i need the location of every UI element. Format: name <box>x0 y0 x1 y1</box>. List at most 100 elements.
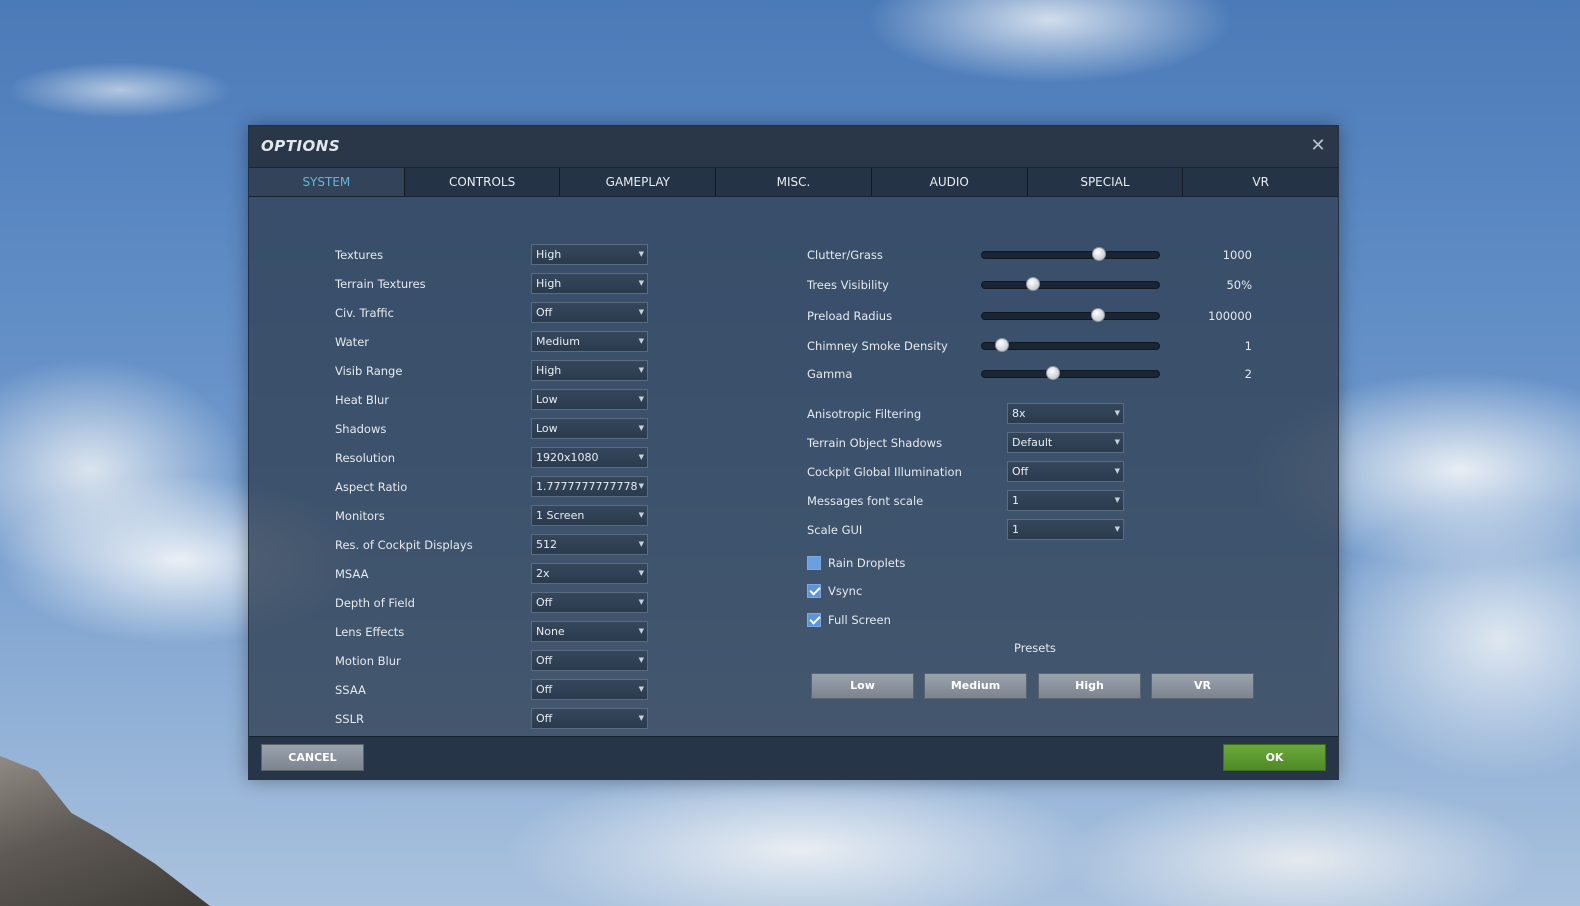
preset-vr-button[interactable]: VR <box>1151 673 1254 699</box>
msaa-dropdown[interactable]: 2x ▼ <box>531 563 648 584</box>
shadows-dropdown[interactable]: Low ▼ <box>531 418 648 439</box>
tab-misc[interactable]: MISC. <box>716 168 872 196</box>
aspect-ratio-dropdown[interactable]: 1.7777777777778 ▼ <box>531 476 648 497</box>
terrain-object-shadows-value: Default <box>1012 436 1053 449</box>
rock-background <box>0 756 210 906</box>
monitors-value: 1 Screen <box>536 509 585 522</box>
ok-button[interactable]: OK <box>1223 744 1326 771</box>
aspect-ratio-value: 1.7777777777778 <box>536 480 638 493</box>
cockpit-global-illumination-label: Cockpit Global Illumination <box>807 465 962 479</box>
depth-of-field-value: Off <box>536 596 553 609</box>
chevron-down-icon: ▼ <box>638 540 644 548</box>
civ-traffic-label: Civ. Traffic <box>335 306 394 320</box>
trees-visibility-slider-handle[interactable] <box>1026 277 1041 291</box>
preset-low-button[interactable]: Low <box>811 673 914 699</box>
terrain-textures-value: High <box>536 277 562 290</box>
chevron-down-icon: ▼ <box>638 337 644 345</box>
msaa-value: 2x <box>536 567 550 580</box>
cockpit-global-illumination-dropdown[interactable]: Off ▼ <box>1007 461 1124 482</box>
tab-audio[interactable]: AUDIO <box>872 168 1028 196</box>
lens-effects-value: None <box>536 625 565 638</box>
presets-title: Presets <box>1014 641 1056 655</box>
heat-blur-dropdown[interactable]: Low ▼ <box>531 389 648 410</box>
chevron-down-icon: ▼ <box>1114 438 1120 446</box>
gamma-slider-handle[interactable] <box>1045 366 1060 380</box>
heat-blur-label: Heat Blur <box>335 393 390 407</box>
chimney-smoke-density-slider-handle[interactable] <box>995 338 1010 352</box>
heat-blur-value: Low <box>536 393 558 406</box>
water-value: Medium <box>536 335 580 348</box>
depth-of-field-dropdown[interactable]: Off ▼ <box>531 592 648 613</box>
close-icon[interactable]: ✕ <box>1308 136 1328 156</box>
clutter-grass-value: 1000 <box>1222 248 1252 262</box>
lens-effects-label: Lens Effects <box>335 625 405 639</box>
title-bar: OPTIONS ✕ <box>249 126 1338 168</box>
civ-traffic-value: Off <box>536 306 553 319</box>
chevron-down-icon: ▼ <box>638 598 644 606</box>
res-of-cockpit-displays-dropdown[interactable]: 512 ▼ <box>531 534 648 555</box>
resolution-dropdown[interactable]: 1920x1080 ▼ <box>531 447 648 468</box>
sslr-dropdown[interactable]: Off ▼ <box>531 708 648 729</box>
tab-special[interactable]: SPECIAL <box>1028 168 1184 196</box>
anisotropic-filtering-dropdown[interactable]: 8x ▼ <box>1007 403 1124 424</box>
tab-gameplay[interactable]: GAMEPLAY <box>560 168 717 196</box>
chevron-down-icon: ▼ <box>638 627 644 635</box>
anisotropic-filtering-label: Anisotropic Filtering <box>807 407 922 421</box>
motion-blur-dropdown[interactable]: Off ▼ <box>531 650 648 671</box>
visib-range-dropdown[interactable]: High ▼ <box>531 360 648 381</box>
civ-traffic-dropdown[interactable]: Off ▼ <box>531 302 648 323</box>
chevron-down-icon: ▼ <box>638 511 644 519</box>
ssaa-dropdown[interactable]: Off ▼ <box>531 679 648 700</box>
messages-font-scale-value: 1 <box>1012 494 1019 507</box>
chevron-down-icon: ▼ <box>1114 467 1120 475</box>
scale-gui-dropdown[interactable]: 1 ▼ <box>1007 519 1124 540</box>
msaa-label: MSAA <box>335 567 369 581</box>
trees-visibility-value: 50% <box>1226 278 1252 292</box>
cancel-button[interactable]: CANCEL <box>261 744 364 771</box>
chimney-smoke-density-slider[interactable] <box>981 338 1160 352</box>
vsync-label: Vsync <box>828 584 863 598</box>
chevron-down-icon: ▼ <box>638 453 644 461</box>
messages-font-scale-dropdown[interactable]: 1 ▼ <box>1007 490 1124 511</box>
visib-range-value: High <box>536 364 562 377</box>
monitors-dropdown[interactable]: 1 Screen ▼ <box>531 505 648 526</box>
aspect-ratio-label: Aspect Ratio <box>335 480 408 494</box>
gamma-value: 2 <box>1244 367 1252 381</box>
gamma-label: Gamma <box>807 367 853 381</box>
preload-radius-value: 100000 <box>1208 309 1252 323</box>
trees-visibility-slider[interactable] <box>981 277 1160 291</box>
motion-blur-label: Motion Blur <box>335 654 401 668</box>
res-of-cockpit-displays-label: Res. of Cockpit Displays <box>335 538 473 552</box>
res-of-cockpit-displays-value: 512 <box>536 538 557 551</box>
rain-droplets-checkbox[interactable] <box>807 556 821 570</box>
gamma-slider[interactable] <box>981 366 1160 380</box>
preload-radius-slider-handle[interactable] <box>1090 308 1105 322</box>
full-screen-label: Full Screen <box>828 613 891 627</box>
chimney-smoke-density-label: Chimney Smoke Density <box>807 339 948 353</box>
chevron-down-icon: ▼ <box>638 366 644 374</box>
chevron-down-icon: ▼ <box>638 482 644 490</box>
scale-gui-label: Scale GUI <box>807 523 863 537</box>
terrain-object-shadows-dropdown[interactable]: Default ▼ <box>1007 432 1124 453</box>
chevron-down-icon: ▼ <box>638 308 644 316</box>
monitors-label: Monitors <box>335 509 385 523</box>
tab-system[interactable]: SYSTEM <box>249 168 405 196</box>
messages-font-scale-label: Messages font scale <box>807 494 924 508</box>
sslr-label: SSLR <box>335 712 364 726</box>
lens-effects-dropdown[interactable]: None ▼ <box>531 621 648 642</box>
chevron-down-icon: ▼ <box>1114 409 1120 417</box>
full-screen-checkbox[interactable] <box>807 613 821 627</box>
tab-vr[interactable]: VR <box>1183 168 1338 196</box>
tab-controls[interactable]: CONTROLS <box>405 168 561 196</box>
preset-high-button[interactable]: High <box>1038 673 1141 699</box>
clutter-grass-slider[interactable] <box>981 247 1160 261</box>
clutter-grass-slider-handle[interactable] <box>1091 247 1106 261</box>
terrain-textures-dropdown[interactable]: High ▼ <box>531 273 648 294</box>
vsync-checkbox[interactable] <box>807 584 821 598</box>
water-dropdown[interactable]: Medium ▼ <box>531 331 648 352</box>
terrain-object-shadows-label: Terrain Object Shadows <box>807 436 943 450</box>
textures-dropdown[interactable]: High ▼ <box>531 244 648 265</box>
preset-medium-button[interactable]: Medium <box>924 673 1027 699</box>
preload-radius-slider[interactable] <box>981 308 1160 322</box>
chevron-down-icon: ▼ <box>638 685 644 693</box>
